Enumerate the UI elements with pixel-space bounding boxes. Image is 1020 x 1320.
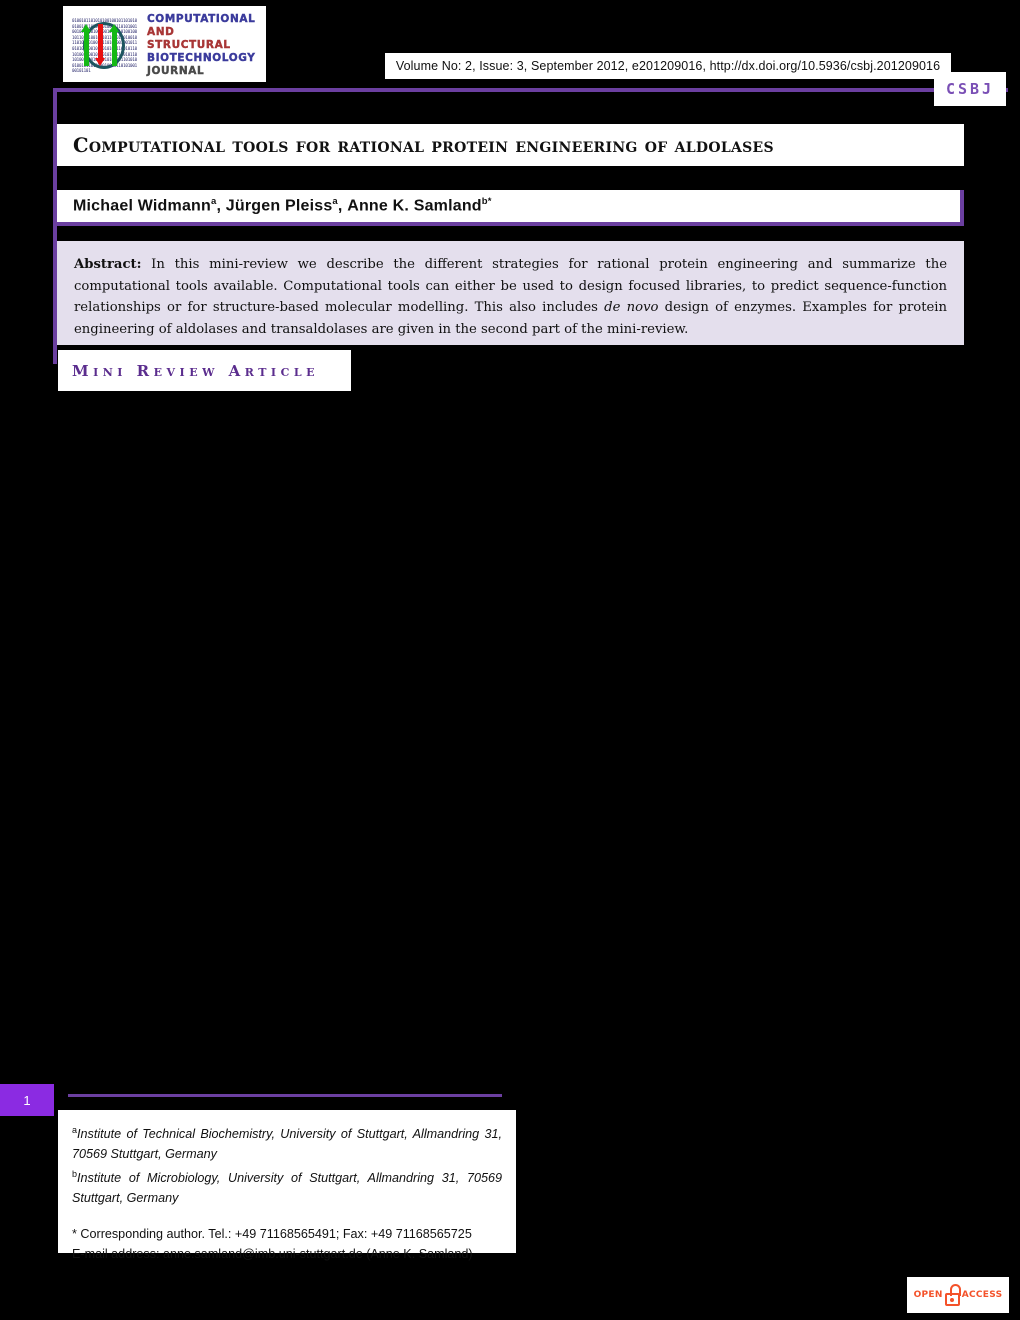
abstract-italic-term: de novo	[604, 300, 659, 315]
arrow-up-right-icon	[109, 24, 119, 66]
author-affiliation-mark-3: b*	[481, 196, 492, 208]
article-type-label: Mini Review Article	[72, 361, 319, 380]
page-number-label: 1	[23, 1092, 31, 1108]
csbj-badge: CSBJ	[934, 72, 1006, 106]
open-lock-icon	[944, 1284, 961, 1306]
page-title: Computational tools for rational protein…	[73, 133, 774, 157]
email-line: E-mail address: anne.samland@imb.uni-stu…	[72, 1244, 502, 1264]
affiliation-b: bInstitute of Microbiology, University o…	[72, 1164, 502, 1208]
author-separator-2: ,	[337, 197, 348, 215]
open-access-badge[interactable]: OPEN ACCESS	[906, 1276, 1010, 1314]
authors-bar: Michael Widmanna, Jürgen Pleissa, Anne K…	[57, 190, 964, 226]
footer-divider	[68, 1094, 502, 1097]
arrow-up-left-icon	[81, 24, 91, 66]
page-number-badge: 1	[0, 1084, 54, 1116]
abstract-text: Abstract: In this mini-review we describ…	[74, 254, 947, 340]
footnotes-panel: aInstitute of Technical Biochemistry, Un…	[58, 1110, 516, 1261]
logo-line-journal: JOURNAL	[147, 64, 205, 77]
header-horizontal-rule	[53, 88, 1008, 92]
logo-line-computational: COMPUTATIONAL	[147, 12, 256, 25]
affiliation-a-text: Institute of Technical Biochemistry, Uni…	[72, 1127, 502, 1162]
title-bar: Computational tools for rational protein…	[57, 124, 964, 166]
journal-logo: 0100101101010100100101101010010010110101…	[62, 5, 267, 83]
author-name-1: Michael Widmann	[73, 197, 211, 215]
volume-issue-doi-text[interactable]: Volume No: 2, Issue: 3, September 2012, …	[396, 59, 940, 73]
email-label: E-mail address	[72, 1247, 156, 1262]
affiliation-a: aInstitute of Technical Biochemistry, Un…	[72, 1120, 502, 1164]
csbj-badge-label: CSBJ	[945, 80, 995, 98]
author-name-3: Anne K. Samland	[347, 197, 482, 215]
abstract-panel: Abstract: In this mini-review we describ…	[57, 241, 964, 345]
arrow-down-icon	[95, 24, 105, 66]
logo-line-biotechnology: BIOTECHNOLOGY	[147, 51, 256, 64]
affiliation-b-text: Institute of Microbiology, University of…	[72, 1171, 502, 1206]
abstract-label: Abstract:	[74, 257, 142, 272]
volume-issue-bar: Volume No: 2, Issue: 3, September 2012, …	[385, 53, 951, 79]
open-access-left-word: OPEN	[913, 1290, 943, 1300]
binary-background-graphic: 0100101101010100100101101010010010110101…	[71, 17, 137, 73]
journal-name: COMPUTATIONAL AND STRUCTURAL BIOTECHNOLO…	[147, 12, 259, 78]
author-separator-1: ,	[216, 197, 226, 215]
logo-line-and-structural: AND STRUCTURAL	[147, 25, 231, 51]
corresponding-author-line: * Corresponding author. Tel.: +49 711685…	[72, 1227, 472, 1242]
article-type-badge: Mini Review Article	[58, 350, 351, 391]
author-list: Michael Widmanna, Jürgen Pleissa, Anne K…	[73, 196, 492, 215]
author-name-2: Jürgen Pleiss	[225, 197, 333, 215]
open-access-right-word: ACCESS	[961, 1290, 1003, 1300]
email-address[interactable]: : anne.samland@imb.uni-stuttgart.de (Ann…	[156, 1247, 473, 1261]
